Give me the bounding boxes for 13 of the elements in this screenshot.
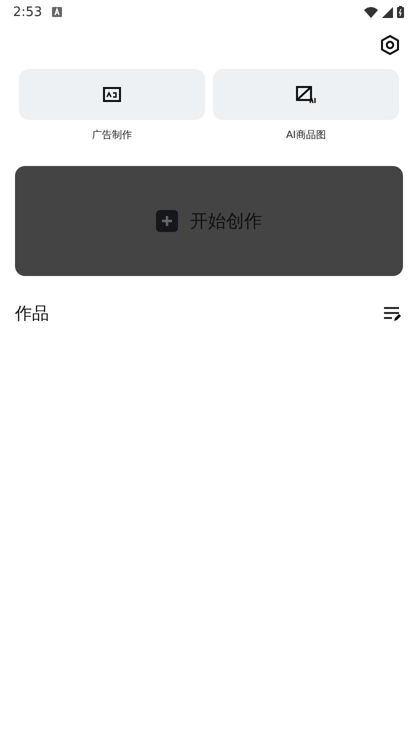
tool-label: 广告制作 [92,128,132,142]
tool-label: AI商品图 [286,128,326,142]
image-slash-icon [296,86,316,104]
plus-icon [156,210,178,232]
list-edit-icon[interactable] [383,306,401,322]
battery-icon [397,6,404,18]
wifi-icon [364,6,378,18]
works-title: 作品 [15,303,49,325]
notification-icon [52,7,62,17]
settings-icon[interactable] [379,34,401,56]
signal-icon [382,6,393,18]
status-time: 2:53 [13,4,42,20]
ad-frame-icon [103,87,121,102]
